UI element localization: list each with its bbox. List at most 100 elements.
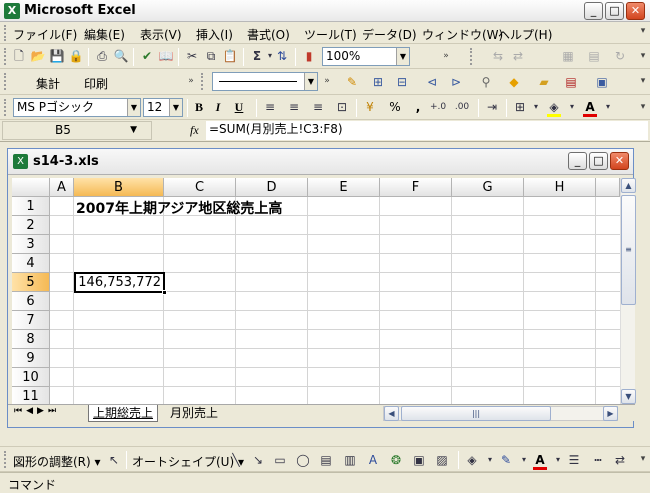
menu-insert[interactable]: 挿入(I)	[196, 26, 233, 43]
row-header-11[interactable]: 11	[12, 387, 50, 404]
scroll-left-arrow-icon[interactable]: ◀	[384, 406, 399, 421]
bold-button[interactable]: B	[191, 99, 207, 115]
chart-wizard-icon[interactable]: ▮	[301, 48, 317, 64]
indent-icon[interactable]: ⇥	[484, 99, 500, 115]
function-wizard-icon[interactable]: fx	[190, 123, 199, 138]
textbox-icon[interactable]: ▤	[318, 452, 334, 468]
formula-input[interactable]: =SUM(月別売上!C3:F8)	[206, 121, 648, 140]
column-header-i[interactable]	[596, 178, 620, 197]
vertical-scroll-thumb[interactable]: ≡	[621, 195, 636, 305]
picture-icon[interactable]: ▨	[434, 452, 450, 468]
draw-border-grid-icon[interactable]: ⊞	[370, 74, 386, 90]
chevron-down-icon[interactable]: ▾	[564, 99, 580, 115]
column-header-c[interactable]: C	[164, 178, 236, 197]
folder-icon[interactable]: ▰	[536, 74, 552, 90]
vertical-scrollbar[interactable]: ▲ ≡ ▼	[620, 178, 636, 404]
align-left-icon[interactable]: ≡	[262, 99, 278, 115]
row-header-7[interactable]: 7	[12, 311, 50, 330]
cell-b1[interactable]: 2007年上期アジア地区総売上高	[76, 198, 282, 218]
research-icon[interactable]: 📖	[158, 48, 174, 64]
toolbar-options-chevron-icon[interactable]: ▾	[638, 52, 648, 61]
scroll-right-arrow-icon[interactable]: ▶	[603, 406, 618, 421]
menu-format[interactable]: 書式(O)	[247, 26, 290, 43]
comment-icon[interactable]: ⊳	[448, 74, 464, 90]
font-size-combo[interactable]: 12 ▼	[143, 98, 183, 117]
zoom-combo[interactable]: 100% ▼	[322, 47, 410, 66]
toolbar-grip[interactable]	[4, 73, 7, 90]
column-header-g[interactable]: G	[452, 178, 524, 197]
draw-border-icon[interactable]: ✎	[344, 74, 360, 90]
comma-button[interactable]: ,	[410, 99, 426, 115]
calc-icon[interactable]: ▣	[594, 74, 610, 90]
toolbar-grip[interactable]	[470, 48, 473, 65]
arrow-style-icon[interactable]: ⇄	[612, 452, 628, 468]
chevron-down-icon[interactable]: ▾	[638, 27, 648, 36]
reviewing-icon[interactable]: ⇆	[490, 48, 506, 64]
align-center-icon[interactable]: ≡	[286, 99, 302, 115]
line-color-icon[interactable]: ✎	[498, 452, 514, 468]
workbook-minimize-button[interactable]: _	[568, 152, 587, 170]
worksheet-grid[interactable]: A B C D E F G H 1 2 3 4 5 6 7 8 9 10 11	[12, 178, 620, 404]
diagram-icon[interactable]: ❂	[388, 452, 404, 468]
print-icon[interactable]: ⎙	[94, 48, 110, 64]
row-header-3[interactable]: 3	[12, 235, 50, 254]
sheet-tab-first-half-total[interactable]: 上期総売上	[88, 405, 159, 422]
column-header-h[interactable]: H	[524, 178, 596, 197]
align-right-icon[interactable]: ≡	[310, 99, 326, 115]
oval-tool-icon[interactable]: ◯	[295, 452, 311, 468]
clipart-icon[interactable]: ▣	[411, 452, 427, 468]
new-document-icon[interactable]: 🗋	[11, 48, 27, 64]
chevron-down-icon[interactable]: ▼	[169, 99, 182, 116]
open-folder-icon[interactable]: 📂	[30, 48, 46, 64]
chevron-down-icon[interactable]: ▼	[304, 73, 317, 90]
wordart-icon[interactable]: A	[365, 452, 381, 468]
draw-border-grid-icon[interactable]: ⊟	[394, 74, 410, 90]
decrease-decimal-icon[interactable]: .00	[454, 99, 470, 115]
menu-window[interactable]: ウィンドウ(W)	[422, 26, 503, 43]
row-header-9[interactable]: 9	[12, 349, 50, 368]
summary-button[interactable]: 集計	[36, 75, 60, 92]
scroll-down-arrow-icon[interactable]: ▼	[621, 389, 636, 404]
cut-icon[interactable]: ✂	[184, 48, 200, 64]
workbook-restore-button[interactable]: □	[589, 152, 608, 170]
menu-tools[interactable]: ツール(T)	[304, 26, 357, 43]
chevron-down-icon[interactable]: ▼	[130, 122, 137, 139]
percent-button[interactable]: %	[387, 99, 403, 115]
chevron-down-icon[interactable]: ▼	[127, 99, 140, 116]
horizontal-scrollbar[interactable]: ◀ ||| ▶	[383, 406, 618, 421]
vertical-textbox-icon[interactable]: ▥	[342, 452, 358, 468]
sheet-tab-monthly-sales[interactable]: 月別売上	[166, 405, 222, 422]
copy-icon[interactable]: ⧉	[203, 48, 219, 64]
font-color-icon[interactable]: A	[532, 452, 548, 468]
reviewing-icon[interactable]: ↻	[612, 48, 628, 64]
draw-adjust-menu[interactable]: 図形の調整(R) ▾	[13, 453, 101, 470]
name-box[interactable]: B5 ▼	[2, 121, 152, 140]
chevron-down-icon[interactable]: ▾	[516, 452, 532, 468]
select-objects-icon[interactable]: ↖	[106, 452, 122, 468]
increase-decimal-icon[interactable]: +.0	[430, 99, 446, 115]
chevron-down-icon[interactable]: ▾	[600, 99, 616, 115]
fill-color-icon[interactable]: ◈	[546, 99, 562, 115]
merge-center-icon[interactable]: ⊡	[334, 99, 350, 115]
column-header-e[interactable]: E	[308, 178, 380, 197]
sheet-navigation-arrows-icon[interactable]: ⏮◀▶⏭	[14, 406, 60, 416]
row-header-6[interactable]: 6	[12, 292, 50, 311]
print-button[interactable]: 印刷	[84, 75, 108, 92]
select-all-corner[interactable]	[12, 178, 50, 197]
comment-icon[interactable]: ▤	[586, 48, 602, 64]
active-cell-b5[interactable]: 146,753,772	[74, 272, 167, 295]
row-header-5[interactable]: 5	[12, 273, 50, 292]
chevron-down-icon[interactable]: ▼	[396, 48, 409, 65]
save-icon[interactable]: 💾	[49, 48, 65, 64]
row-header-2[interactable]: 2	[12, 216, 50, 235]
toolbar-grip[interactable]	[4, 451, 7, 468]
column-header-d[interactable]: D	[236, 178, 308, 197]
arrow-tool-icon[interactable]: ↘	[250, 452, 266, 468]
chevron-down-icon[interactable]: ▾	[528, 99, 544, 115]
sort-ascending-icon[interactable]: ⇅	[274, 48, 290, 64]
close-button[interactable]: ✕	[626, 2, 645, 20]
chevron-down-icon[interactable]: ▾	[482, 452, 498, 468]
minimize-button[interactable]: _	[584, 2, 603, 20]
menu-view[interactable]: 表示(V)	[140, 26, 182, 43]
workbook-close-button[interactable]: ✕	[610, 152, 629, 170]
